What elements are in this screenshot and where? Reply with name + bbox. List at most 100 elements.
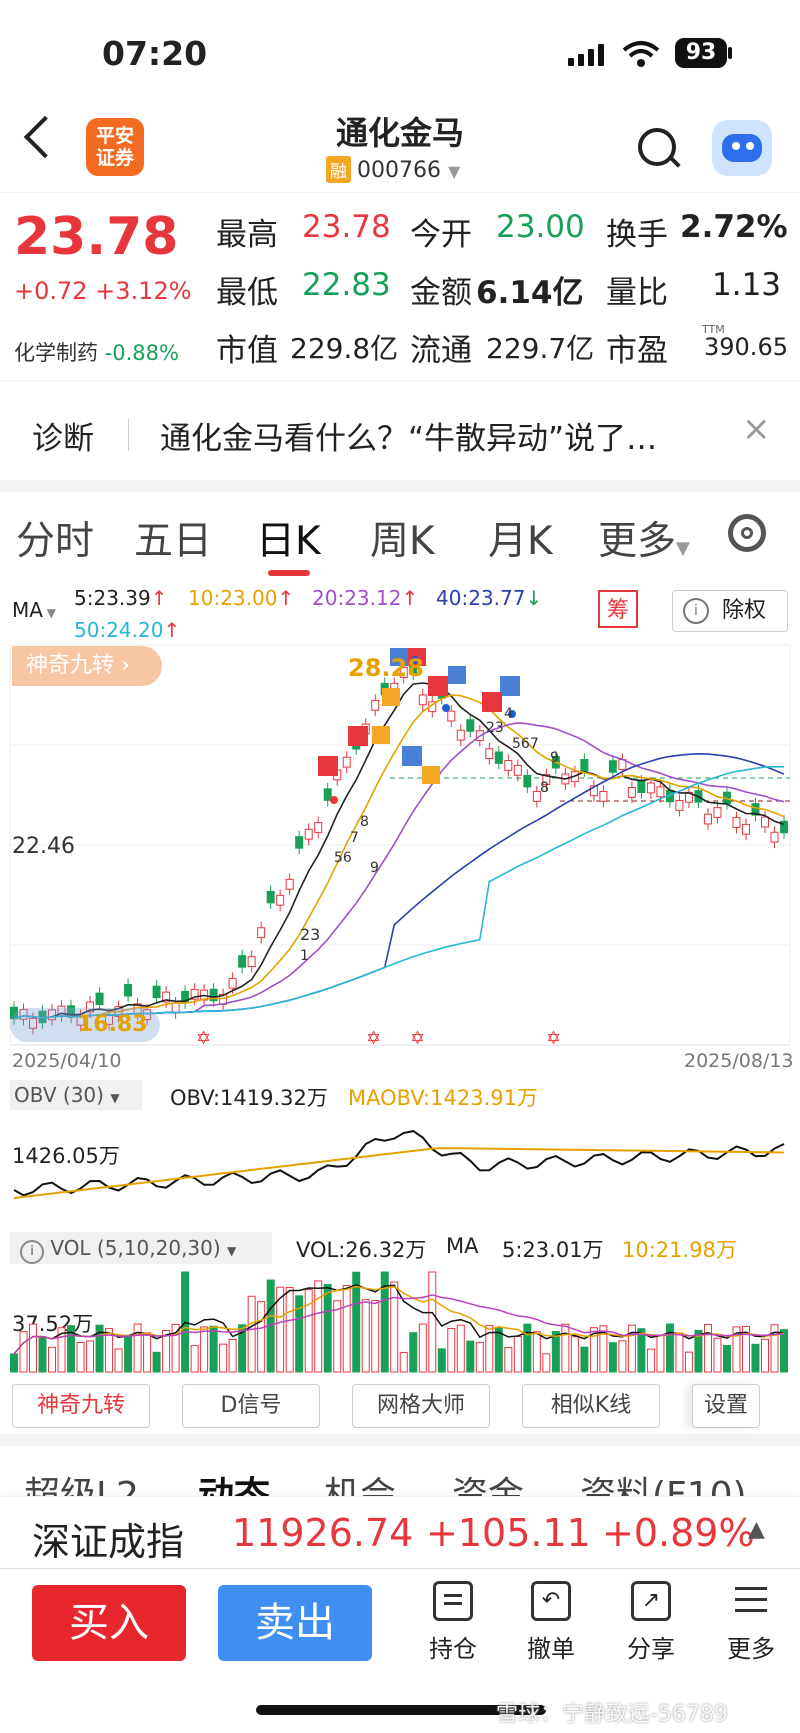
magic-nine-label: 神奇九转 <box>26 653 115 678</box>
vol-chart <box>10 1271 788 1373</box>
buy-button[interactable]: 买入 <box>32 1585 186 1661</box>
vol-selector[interactable]: i VOL (5,10,20,30) ▼ <box>10 1232 272 1264</box>
tab-monthly-k[interactable]: 月K <box>488 510 553 566</box>
svg-text:7: 7 <box>350 830 359 846</box>
chip-distribution-button[interactable]: 筹 <box>598 590 638 628</box>
magic-nine-badge[interactable]: 神奇九转 › <box>12 646 162 686</box>
quote-label-turnover: 换手 <box>606 217 668 253</box>
industry-change: -0.88% <box>104 341 179 365</box>
tab-weekly-k[interactable]: 周K <box>370 510 435 566</box>
high-price-label: 28.28 <box>348 654 424 682</box>
volume-bar <box>561 1323 570 1373</box>
candle-body <box>637 780 646 794</box>
volume-bar <box>257 1301 266 1373</box>
search-icon[interactable] <box>638 128 676 166</box>
ma20-value: 20:23.12↑ <box>312 586 419 610</box>
volume-bar <box>551 1331 560 1373</box>
svg-text:9: 9 <box>550 750 559 766</box>
obv-selector-label: OBV (30) <box>14 1083 104 1107</box>
positions-icon <box>433 1581 473 1621</box>
chevron-up-icon[interactable]: ▲ <box>748 1517 765 1542</box>
svg-text:4: 4 <box>504 706 513 722</box>
quote-value-turnover: 2.72% <box>680 209 788 245</box>
tab-five-day[interactable]: 五日 <box>134 510 212 566</box>
candle-body <box>694 790 703 803</box>
obv-selector[interactable]: OBV (30) ▼ <box>10 1080 142 1110</box>
tab-daily-k[interactable]: 日K <box>256 510 321 566</box>
volume-bar <box>475 1341 484 1373</box>
candle-body <box>561 773 570 785</box>
info-icon: i <box>683 598 709 624</box>
grid-master-button[interactable]: 网格大师 <box>352 1384 490 1428</box>
volume-bar <box>656 1334 665 1373</box>
quote-label-open: 今开 <box>410 217 472 253</box>
candle-body <box>276 894 285 906</box>
magic-nine-button[interactable]: 神奇九转 <box>12 1384 150 1428</box>
gear-icon[interactable] <box>728 514 766 552</box>
volume-bar <box>580 1346 589 1373</box>
candle-body <box>542 774 551 785</box>
similar-kline-button[interactable]: 相似K线 <box>522 1384 660 1428</box>
tab-more-label: 更多 <box>598 519 677 564</box>
candle-body <box>209 988 218 1002</box>
vol-value: VOL:26.32万 <box>296 1238 427 1262</box>
candle-body <box>589 785 598 797</box>
candle-body <box>162 991 171 1003</box>
adjust-label: 除权 <box>722 598 767 623</box>
last-price: 23.78 <box>14 207 179 267</box>
candle-body <box>646 782 655 794</box>
candle-body <box>732 817 741 828</box>
volume-bar <box>618 1340 627 1373</box>
tab-more[interactable]: 更多▼ <box>598 510 690 566</box>
quote-value-high: 23.78 <box>302 209 391 245</box>
svg-text:8: 8 <box>540 780 549 796</box>
index-ticker[interactable]: 深证成指 11926.74 +105.11 +0.89% ▲ <box>0 1496 800 1569</box>
close-icon[interactable]: × <box>742 409 771 449</box>
diagnosis-bar[interactable]: 诊断 通化金马看什么？“牛散异动”说了… × <box>0 380 800 481</box>
volume-bar <box>428 1271 437 1373</box>
volume-bar <box>409 1332 418 1373</box>
settings-button[interactable]: 设置 <box>692 1384 760 1428</box>
chevron-down-icon: ▼ <box>110 1091 120 1105</box>
candle-body <box>124 984 133 997</box>
margin-badge: 融 <box>326 156 351 183</box>
industry-row[interactable]: 化学制药 -0.88% <box>14 337 179 367</box>
share-icon: ↗ <box>631 1581 671 1621</box>
d-signal-button[interactable]: D信号 <box>182 1384 320 1428</box>
share-button[interactable]: ↗ 分享 <box>616 1581 686 1664</box>
diagnosis-text[interactable]: 通化金马看什么？“牛散异动”说了… <box>160 413 657 458</box>
candle-body <box>361 723 370 735</box>
price-change: +0.72 +3.12% <box>14 277 192 305</box>
quote-label-float: 流通 <box>410 333 472 369</box>
ma-selector[interactable]: MA ▼ <box>12 598 56 622</box>
stock-code-selector[interactable]: 融 000766 ▼ <box>326 156 460 183</box>
candle-body <box>304 828 313 840</box>
volume-bar <box>209 1325 218 1373</box>
candle-body <box>770 831 779 843</box>
ma40-value: 40:23.77↓ <box>436 586 543 610</box>
volume-bar <box>760 1338 769 1373</box>
ma-line-40 <box>13 752 785 1020</box>
more-button[interactable]: 更多 <box>716 1581 786 1664</box>
adjust-button[interactable]: i 除权 <box>672 590 788 632</box>
candle-body <box>456 729 465 741</box>
obv-chart <box>13 1130 785 1199</box>
info-icon: i <box>20 1240 44 1264</box>
volume-bar <box>504 1346 513 1373</box>
volume-bar <box>38 1336 47 1373</box>
candle-body <box>257 927 266 939</box>
candle-body <box>428 701 437 713</box>
section-gap <box>0 480 800 492</box>
volume-bar <box>684 1351 693 1373</box>
assistant-robot-icon[interactable] <box>712 120 772 176</box>
cancel-order-button[interactable]: ↶ 撤单 <box>516 1581 586 1664</box>
sell-button[interactable]: 卖出 <box>218 1585 372 1661</box>
index-name: 深证成指 <box>32 1520 185 1564</box>
positions-button[interactable]: 持仓 <box>418 1581 488 1664</box>
candle-body <box>760 816 769 828</box>
candle-body <box>390 682 399 694</box>
candle-body <box>266 890 275 904</box>
svg-text:56: 56 <box>334 850 352 866</box>
tab-intraday[interactable]: 分时 <box>16 510 94 566</box>
date-end: 2025/08/13 <box>684 1050 794 1072</box>
